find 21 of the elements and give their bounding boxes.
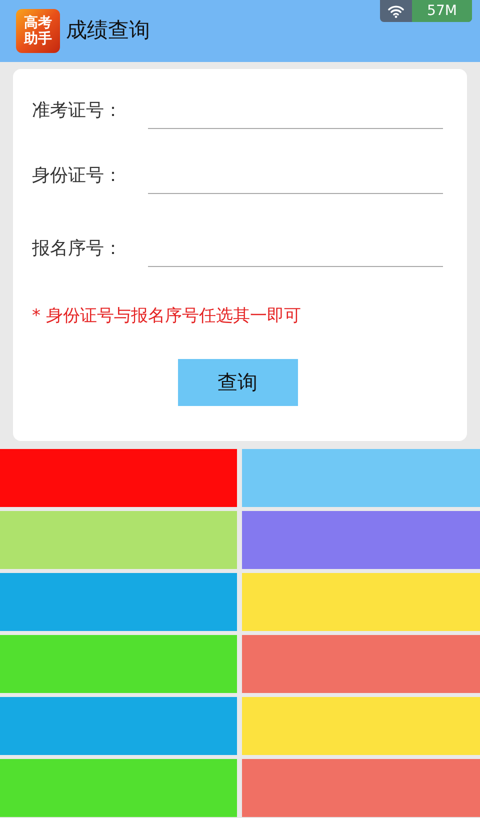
- color-tile[interactable]: [0, 511, 237, 569]
- color-tile[interactable]: [242, 449, 480, 507]
- color-tile[interactable]: [242, 759, 480, 817]
- color-tile[interactable]: [0, 759, 237, 817]
- wifi-icon: [388, 4, 404, 18]
- color-tile[interactable]: [0, 697, 237, 755]
- hint-text: * 身份证号与报名序号任选其一即可: [32, 305, 302, 328]
- color-tile[interactable]: [0, 573, 237, 631]
- page-title: 成绩查询: [66, 17, 150, 44]
- color-tile[interactable]: [242, 511, 480, 569]
- field-label: 准考证号：: [32, 98, 123, 122]
- color-tile[interactable]: [0, 449, 237, 507]
- color-tile[interactable]: [242, 635, 480, 693]
- color-tile[interactable]: [242, 573, 480, 631]
- query-button[interactable]: 查询: [178, 358, 298, 406]
- field-label: 报名序号：: [32, 236, 123, 260]
- app-logo: 高考助手: [16, 9, 60, 53]
- field-label: 身份证号：: [32, 164, 123, 188]
- color-tile[interactable]: [0, 635, 237, 693]
- memory-reading: 57M: [412, 0, 472, 22]
- color-tile[interactable]: [242, 697, 480, 755]
